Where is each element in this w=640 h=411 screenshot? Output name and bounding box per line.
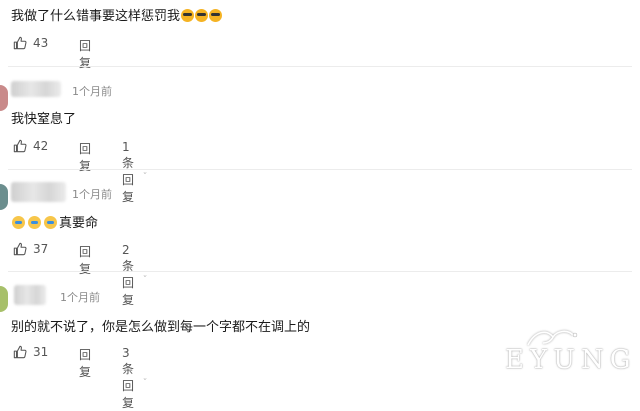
thumbs-up-icon bbox=[13, 242, 27, 256]
comment-text: 我做了什么错事要这样惩罚我 bbox=[11, 5, 223, 24]
avatar[interactable] bbox=[0, 286, 8, 312]
comment-text: 我快窒息了 bbox=[11, 112, 77, 127]
comment-2: 1个月前 我快窒息了 42 回复 1条回复 bbox=[0, 67, 640, 204]
like-button[interactable]: 37 bbox=[13, 242, 48, 256]
chevron-down-icon bbox=[143, 377, 147, 380]
like-button[interactable]: 31 bbox=[13, 345, 48, 359]
comment-text: 别的就不说了，你是怎么做到每一个字都不在调上的 bbox=[11, 320, 311, 335]
comment-time: 1个月前 bbox=[72, 188, 112, 201]
like-count: 31 bbox=[33, 345, 49, 359]
comment-time: 1个月前 bbox=[60, 291, 100, 304]
comment-3: 1个月前 真要命 37 回复 2条回复 bbox=[0, 170, 640, 307]
avatar[interactable] bbox=[0, 184, 8, 210]
comment-time: 1个月前 bbox=[72, 85, 112, 98]
username-blurred[interactable] bbox=[11, 81, 61, 97]
comment-text: 真要命 bbox=[11, 212, 98, 231]
view-replies-button[interactable]: 3条回复 bbox=[122, 346, 147, 411]
cool-emoji bbox=[195, 9, 209, 22]
watermark-text: EYUNG bbox=[505, 345, 637, 375]
crying-emoji bbox=[28, 216, 41, 229]
replies-count: 3条回复 bbox=[122, 346, 135, 410]
thumbs-up-icon bbox=[13, 345, 27, 359]
like-count: 43 bbox=[33, 36, 49, 50]
thumbs-up-icon bbox=[13, 36, 27, 50]
like-button[interactable]: 42 bbox=[13, 139, 48, 153]
username-blurred[interactable] bbox=[14, 285, 46, 305]
thumbs-up-icon bbox=[13, 139, 27, 153]
like-count: 42 bbox=[33, 139, 49, 153]
like-button[interactable]: 43 bbox=[13, 36, 48, 50]
cool-emoji bbox=[181, 9, 195, 22]
like-count: 37 bbox=[33, 242, 49, 256]
comment-1: 我做了什么错事要这样惩罚我 43 回复 bbox=[0, 0, 640, 70]
crying-emoji bbox=[44, 216, 57, 229]
watermark-logo: EYUNG bbox=[505, 327, 635, 375]
crying-emoji bbox=[12, 216, 25, 229]
username-blurred[interactable] bbox=[11, 182, 66, 202]
cool-emoji bbox=[209, 9, 223, 22]
avatar[interactable] bbox=[0, 85, 8, 111]
